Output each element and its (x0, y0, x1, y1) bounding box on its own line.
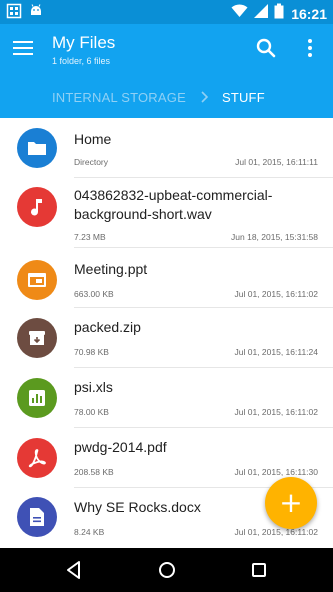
android-debug-icon (28, 3, 44, 24)
navigation-bar (0, 548, 333, 592)
folder-icon (17, 128, 57, 168)
status-time: 16:21 (291, 5, 327, 22)
gallery-notification-icon (6, 3, 22, 24)
file-name: Home (74, 131, 112, 147)
status-bar: 16:21 (0, 0, 333, 24)
more-options-icon[interactable] (300, 36, 320, 60)
list-item[interactable]: psi.xls 78.00 KB Jul 01, 2015, 16:11:02 (0, 368, 333, 427)
app-subtitle: 1 folder, 6 files (52, 56, 111, 66)
add-fab-button[interactable]: + (265, 477, 317, 529)
file-date: Jul 01, 2015, 16:11:02 (234, 289, 319, 299)
list-item[interactable]: Home Directory Jul 01, 2015, 16:11:11 (0, 118, 333, 177)
archive-icon (17, 318, 57, 358)
search-icon[interactable] (254, 36, 278, 60)
breadcrumb: INTERNAL STORAGE STUFF (52, 88, 265, 106)
app-bar: My Files 1 folder, 6 files INTERNAL STOR… (0, 24, 333, 118)
music-note-icon (17, 187, 57, 227)
file-date: Jul 01, 2015, 16:11:02 (234, 527, 319, 537)
file-date: Jul 01, 2015, 16:11:30 (234, 467, 319, 477)
file-size: 208.58 KB (74, 467, 114, 477)
recents-icon[interactable] (248, 559, 270, 581)
wifi-icon (231, 3, 248, 24)
list-item[interactable]: Meeting.ppt 663.00 KB Jul 01, 2015, 16:1… (0, 248, 333, 307)
file-size: 70.98 KB (74, 347, 109, 357)
list-item[interactable]: 043862832-upbeat-commercial-background-s… (0, 178, 333, 246)
file-name: pwdg-2014.pdf (74, 439, 167, 455)
breadcrumb-internal-storage[interactable]: INTERNAL STORAGE (52, 90, 186, 105)
plus-icon: + (279, 486, 303, 519)
file-size: 663.00 KB (74, 289, 114, 299)
file-date: Jun 18, 2015, 15:31:58 (231, 232, 318, 242)
file-name: packed.zip (74, 319, 141, 335)
file-size: 7.23 MB (74, 232, 106, 242)
menu-icon[interactable] (13, 37, 39, 59)
file-name: psi.xls (74, 379, 113, 395)
file-date: Jul 01, 2015, 16:11:24 (234, 347, 319, 357)
file-name: Meeting.ppt (74, 261, 148, 277)
presentation-icon (17, 260, 57, 300)
battery-icon (274, 3, 284, 24)
app-title: My Files (52, 33, 116, 52)
list-item[interactable]: packed.zip 70.98 KB Jul 01, 2015, 16:11:… (0, 308, 333, 367)
file-type: Directory (74, 157, 109, 167)
file-size: 8.24 KB (74, 527, 105, 537)
breadcrumb-stuff[interactable]: STUFF (222, 90, 265, 105)
back-icon[interactable] (63, 559, 85, 581)
spreadsheet-icon (17, 378, 57, 418)
chevron-right-icon (200, 91, 210, 103)
pdf-icon (17, 438, 57, 478)
file-date: Jul 01, 2015, 16:11:11 (235, 157, 318, 167)
file-date: Jul 01, 2015, 16:11:02 (234, 407, 319, 417)
home-icon[interactable] (156, 559, 178, 581)
file-name: 043862832-upbeat-commercial-background-s… (74, 187, 273, 222)
file-size: 78.00 KB (74, 407, 109, 417)
document-icon (17, 497, 57, 537)
cell-signal-icon (253, 3, 269, 24)
screen: 16:21 My Files 1 folder, 6 files INTERNA… (0, 0, 333, 592)
